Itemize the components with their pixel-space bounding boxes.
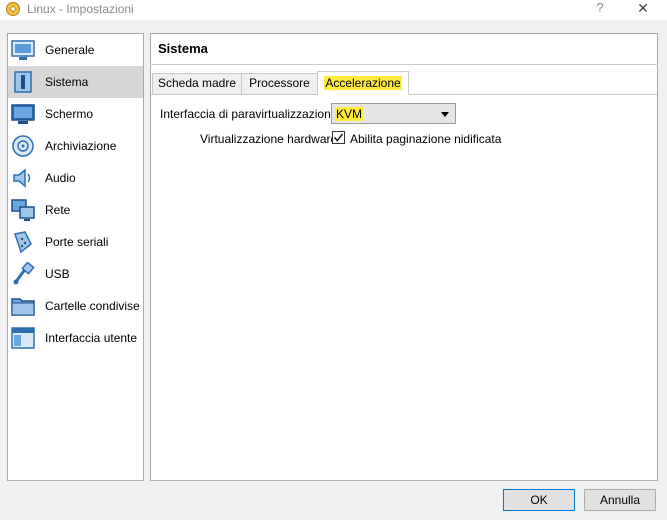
tab-processore[interactable]: Processore <box>241 73 318 94</box>
page-title: Sistema <box>158 41 208 56</box>
title-bar: Linux - Impostazioni ? ✕ <box>0 0 667 20</box>
sidebar-item-generale[interactable]: Generale <box>8 34 143 66</box>
sidebar-item-label: Interfaccia utente <box>45 331 138 345</box>
sidebar-item-usb[interactable]: USB <box>8 258 143 290</box>
sidebar-item-label: Cartelle condivise <box>45 299 140 313</box>
virtualbox-app-icon <box>6 2 20 16</box>
system-icon <box>14 71 32 93</box>
sidebar-item-porte-seriali[interactable]: Porte seriali <box>8 226 143 258</box>
sidebar-item-label: Rete <box>45 203 71 217</box>
sidebar-item-label: Sistema <box>45 75 89 89</box>
sidebar-item-rete[interactable]: Rete <box>8 194 143 226</box>
cancel-button[interactable]: Annulla <box>584 489 656 511</box>
sidebar-item-sistema[interactable]: Sistema <box>8 66 143 98</box>
settings-sidebar: Generale Sistema Schermo Archiviazione A… <box>7 33 144 481</box>
paravirtualization-select[interactable]: KVM <box>331 103 456 124</box>
sidebar-item-schermo[interactable]: Schermo <box>8 98 143 130</box>
display-icon <box>11 104 35 124</box>
paravirtualization-label: Interfaccia di paravirtualizzazione: <box>160 107 341 121</box>
tab-content-accelerazione <box>151 94 657 479</box>
sidebar-item-archiviazione[interactable]: Archiviazione <box>8 130 143 162</box>
ok-button[interactable]: OK <box>503 489 575 511</box>
paravirtualization-value: KVM <box>335 107 364 121</box>
shared-folders-icon <box>11 298 35 316</box>
sidebar-item-label: Porte seriali <box>45 235 109 249</box>
serial-ports-icon <box>14 231 32 254</box>
sidebar-item-label: Audio <box>45 171 76 185</box>
tab-accelerazione[interactable]: Accelerazione <box>317 71 409 95</box>
tab-scheda-madre[interactable]: Scheda madre <box>152 73 242 94</box>
sidebar-item-label: USB <box>45 267 70 281</box>
sidebar-item-label: Archiviazione <box>45 139 117 153</box>
tab-label: Processore <box>249 76 310 90</box>
tab-label: Accelerazione <box>324 76 402 90</box>
title-divider <box>150 64 658 65</box>
close-button[interactable]: ✕ <box>628 0 658 18</box>
user-interface-icon <box>11 327 35 349</box>
storage-icon <box>12 135 34 157</box>
nested-paging-label[interactable]: Abilita paginazione nidificata <box>350 132 501 146</box>
sidebar-item-label: Generale <box>45 43 95 57</box>
sidebar-item-cartelle-condivise[interactable]: Cartelle condivise <box>8 290 143 322</box>
network-icon <box>11 199 35 221</box>
help-button[interactable]: ? <box>588 0 612 18</box>
tab-label: Scheda madre <box>157 76 237 90</box>
window-title: Linux - Impostazioni <box>27 2 134 16</box>
sidebar-item-interfaccia-utente[interactable]: Interfaccia utente <box>8 322 143 354</box>
sidebar-item-audio[interactable]: Audio <box>8 162 143 194</box>
audio-icon <box>13 168 31 188</box>
nested-paging-checkbox[interactable] <box>332 131 345 144</box>
hardware-virtualization-label: Virtualizzazione hardware: <box>200 132 341 146</box>
general-icon <box>11 40 35 60</box>
chevron-down-icon <box>441 112 449 117</box>
usb-icon <box>13 262 35 285</box>
checkmark-icon <box>333 133 344 142</box>
sidebar-item-label: Schermo <box>45 107 94 121</box>
